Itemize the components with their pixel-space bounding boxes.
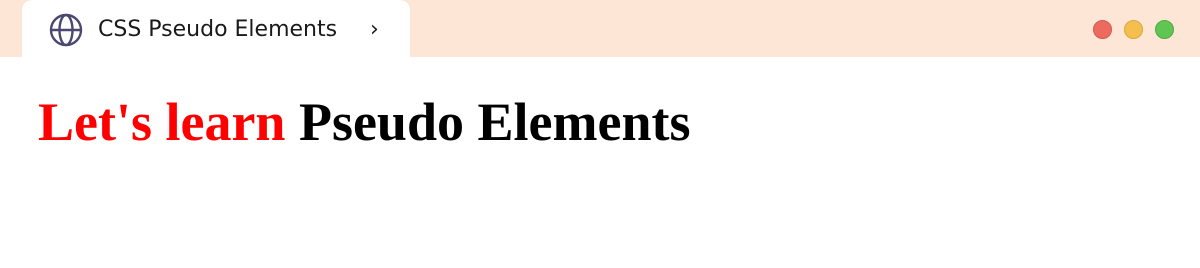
- heading-rest: Pseudo Elements: [285, 92, 691, 152]
- maximize-button[interactable]: [1155, 20, 1174, 39]
- browser-tab[interactable]: CSS Pseudo Elements ›: [22, 0, 410, 57]
- tab-title: CSS Pseudo Elements: [98, 17, 338, 42]
- close-button[interactable]: [1093, 20, 1112, 39]
- page-heading: Let's learn Pseudo Elements: [38, 86, 690, 158]
- title-bar: CSS Pseudo Elements ›: [0, 0, 1200, 57]
- browser-window: CSS Pseudo Elements › Let's learn Pseudo…: [0, 0, 1200, 268]
- chevron-right-icon[interactable]: ›: [370, 13, 379, 47]
- globe-icon: [48, 12, 84, 48]
- window-controls: [1093, 20, 1174, 39]
- heading-lead: Let's learn: [38, 92, 286, 152]
- minimize-button[interactable]: [1124, 20, 1143, 39]
